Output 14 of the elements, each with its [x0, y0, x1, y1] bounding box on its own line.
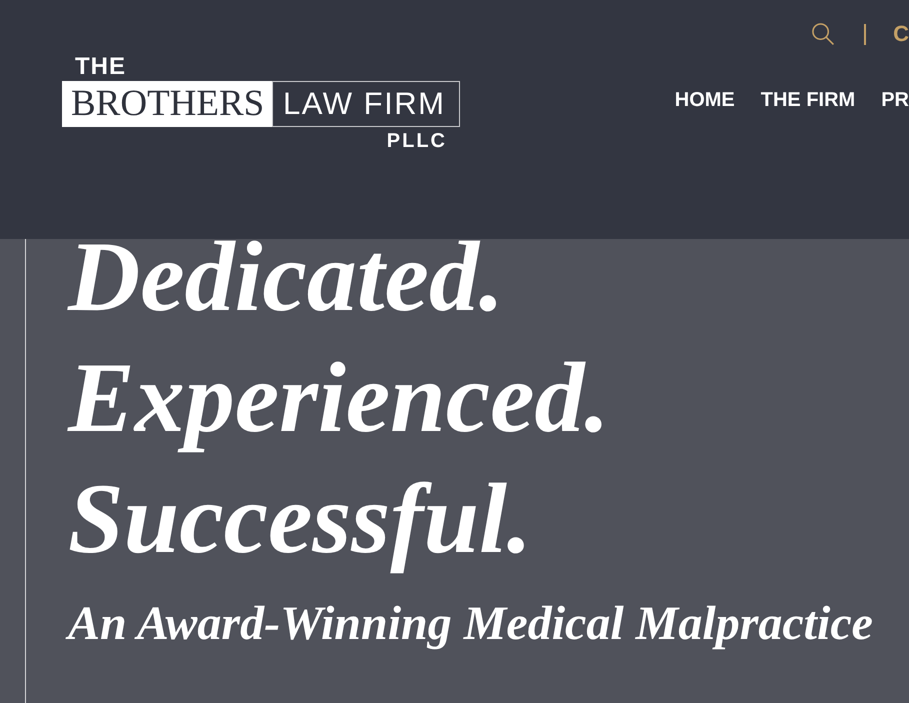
hero-headline: Dedicated. — [68, 239, 505, 315]
nav-link[interactable]: PR — [881, 88, 909, 112]
search-button[interactable] — [812, 23, 834, 45]
contact-link[interactable]: C — [893, 21, 909, 47]
logo-firm-text: LAW FIRM — [272, 81, 460, 127]
hero-tagline: An Award-Winning Medical Malpractice — [68, 596, 877, 652]
logo-name-text: BROTHERS — [62, 81, 272, 127]
search-icon — [812, 23, 834, 45]
hero-headline: Successful. — [68, 463, 533, 575]
logo-top-text: THE — [74, 55, 126, 79]
nav-link[interactable]: HOME — [674, 88, 735, 112]
hero-headline: Experienced. — [68, 342, 611, 454]
logo-suffix-text: PLLC — [386, 131, 447, 151]
nav-link[interactable]: THE FIRM — [760, 88, 856, 112]
